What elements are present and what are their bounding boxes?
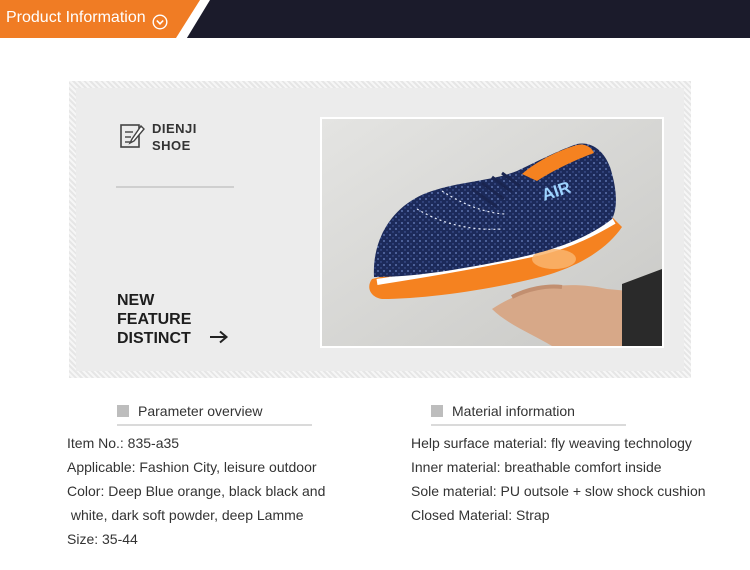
brand-line-1: DIENJI	[152, 121, 197, 136]
list-item: white, dark soft powder, deep Lamme	[67, 507, 304, 523]
arrow-right-icon	[210, 330, 229, 344]
list-item: Size: 35-44	[67, 531, 138, 547]
product-photo: AIR	[320, 117, 664, 348]
shoe-illustration: AIR	[322, 119, 662, 346]
section-header: Product Information	[0, 0, 750, 38]
edit-document-icon	[120, 124, 145, 148]
feature-line-1: NEW	[117, 292, 155, 309]
parameter-bullet	[117, 405, 129, 417]
material-bullet	[431, 405, 443, 417]
brand-name: DIENJI SHOE	[152, 120, 197, 154]
list-item: Color: Deep Blue orange, black black and	[67, 483, 326, 499]
feature-line-3: DISTINCT	[117, 330, 191, 347]
list-item: Item No.: 835-a35	[67, 435, 180, 451]
list-item: Inner material: breathable comfort insid…	[411, 459, 662, 475]
section-title: Product Information	[6, 9, 146, 26]
feature-line-2: FEATURE	[117, 311, 192, 328]
parameter-list: Item No.: 835-a35 Applicable: Fashion Ci…	[67, 431, 325, 551]
parameter-heading: Parameter overview	[138, 403, 263, 419]
brand-divider	[116, 186, 234, 188]
chevron-down-circle-icon	[152, 14, 168, 30]
material-underline	[431, 424, 626, 426]
material-heading: Material information	[452, 403, 575, 419]
parameter-underline	[117, 424, 312, 426]
brand-line-2: SHOE	[152, 138, 191, 153]
list-item: Closed Material: Strap	[411, 507, 550, 523]
material-list: Help surface material: fly weaving techn…	[411, 431, 706, 527]
list-item: Applicable: Fashion City, leisure outdoo…	[67, 459, 317, 475]
list-item: Sole material: PU outsole + slow shock c…	[411, 483, 706, 499]
list-item: Help surface material: fly weaving techn…	[411, 435, 692, 451]
feature-slogan: NEW FEATURE DISTINCT	[117, 291, 191, 348]
